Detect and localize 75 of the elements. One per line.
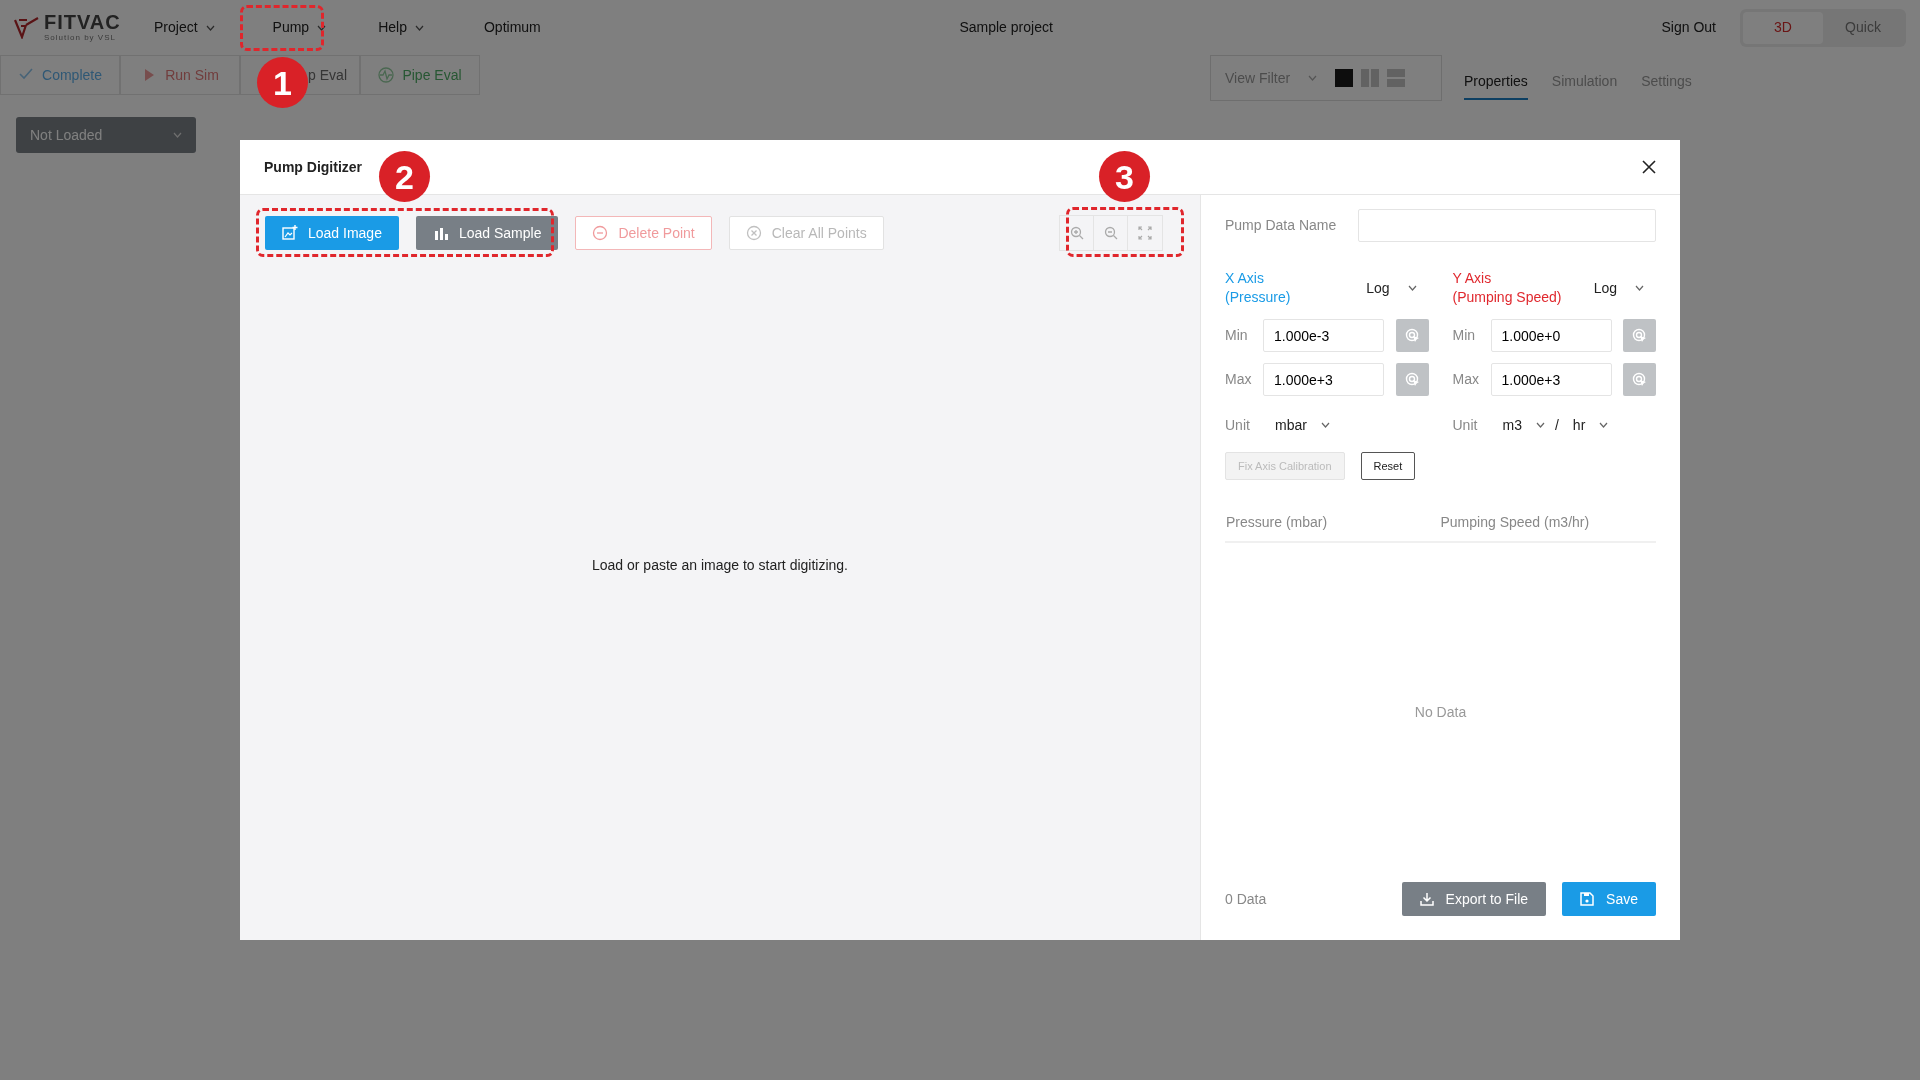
field-label: Unit	[1452, 415, 1479, 435]
unit-select[interactable]: hr	[1572, 414, 1609, 436]
mode-option[interactable]: 3D	[1743, 11, 1823, 44]
field-label: Pump Data Name	[1225, 216, 1337, 235]
scale-select[interactable]: Log	[1593, 277, 1644, 299]
scale-select[interactable]: Log	[1366, 277, 1417, 299]
toolbar-button[interactable]: Load Image	[265, 216, 399, 250]
pick-point-button[interactable]	[1623, 319, 1656, 352]
minus-circle-icon	[592, 225, 609, 241]
axis-value-field[interactable]: 1.000e+0	[1490, 319, 1612, 352]
target-cursor-icon	[1404, 328, 1420, 343]
save-button[interactable]: Save	[1562, 882, 1656, 916]
logo-icon	[14, 16, 40, 39]
unit-select[interactable]: mbar	[1275, 414, 1330, 436]
split-columns-icon[interactable]	[1361, 69, 1380, 87]
caret-icon	[173, 132, 182, 138]
target-cursor-icon	[1404, 372, 1420, 387]
dialog-title: Pump Digitizer	[264, 157, 362, 177]
close-button[interactable]	[1642, 160, 1656, 174]
sign-out-link[interactable]: Sign Out	[1661, 17, 1716, 38]
fit-screen-icon	[1138, 226, 1152, 240]
caret-icon	[1308, 75, 1318, 81]
caret-icon	[1599, 422, 1609, 428]
axis-value-field[interactable]: 1.000e+3	[1263, 363, 1384, 396]
menu-item[interactable]: Help	[378, 17, 424, 38]
toolbar-button[interactable]: Load Sample	[415, 216, 559, 250]
model-select[interactable]: Not Loaded	[16, 117, 196, 153]
field-label: Min	[1225, 326, 1249, 345]
calibration-button[interactable]: Reset	[1360, 452, 1416, 480]
axis-subtitle: (Pumping Speed)	[1452, 288, 1562, 307]
panel-tab[interactable]: Properties	[1464, 64, 1528, 100]
target-cursor-icon	[1632, 372, 1647, 387]
zoom-out-icon	[1103, 226, 1118, 240]
field-label: Unit	[1225, 415, 1251, 435]
axis-value-field[interactable]: 1.000e-3	[1263, 319, 1384, 352]
logo-text: FITVAC	[44, 11, 121, 32]
save-icon	[1580, 892, 1595, 906]
empty-message: No Data	[1414, 703, 1467, 722]
image-icon	[282, 225, 298, 241]
clear-circle-icon	[745, 225, 762, 241]
caret-icon	[1320, 422, 1330, 428]
unit-separator: /	[1554, 415, 1559, 435]
export-button[interactable]: Export to File	[1401, 882, 1547, 916]
unit-select[interactable]: m3	[1502, 414, 1545, 436]
canvas-message: Load or paste an image to start digitizing.	[591, 556, 848, 575]
split-rows-icon[interactable]	[1387, 69, 1406, 87]
pulse-icon	[378, 67, 395, 83]
axis-title: X Axis	[1225, 269, 1265, 288]
caret-icon	[1407, 285, 1417, 291]
column-header: Pressure (mbar)	[1226, 514, 1328, 530]
download-icon	[1419, 892, 1434, 906]
caret-icon	[1535, 422, 1545, 428]
data-count: 0 Data	[1225, 889, 1267, 909]
mode-option[interactable]: Quick	[1823, 11, 1903, 44]
column-header: Pumping Speed (m3/hr)	[1440, 514, 1590, 530]
pick-point-button[interactable]	[1395, 319, 1429, 352]
caret-icon	[1635, 285, 1644, 291]
pump-name-field[interactable]	[1358, 209, 1656, 242]
pick-point-button[interactable]	[1623, 363, 1656, 396]
pick-point-button[interactable]	[1395, 363, 1429, 396]
single-pane-icon[interactable]	[1335, 69, 1354, 87]
menu-item[interactable]: Optimum	[483, 17, 541, 38]
project-title: Sample project	[959, 19, 1053, 35]
field-label: Max	[1452, 370, 1480, 389]
axis-subtitle: (Pressure)	[1225, 288, 1291, 307]
menu-item[interactable]: Project	[154, 17, 215, 38]
field-label: Max	[1225, 370, 1253, 389]
close-icon	[1642, 160, 1656, 174]
bar-chart-icon	[432, 225, 449, 241]
menu-item[interactable]: Pump	[272, 17, 327, 38]
target-cursor-icon	[1632, 328, 1647, 343]
field-label: Min	[1452, 326, 1477, 345]
zoom-in-icon	[1069, 226, 1084, 240]
axis-title: Y Axis	[1452, 269, 1493, 288]
axis-value-field[interactable]: 1.000e+3	[1490, 363, 1612, 396]
